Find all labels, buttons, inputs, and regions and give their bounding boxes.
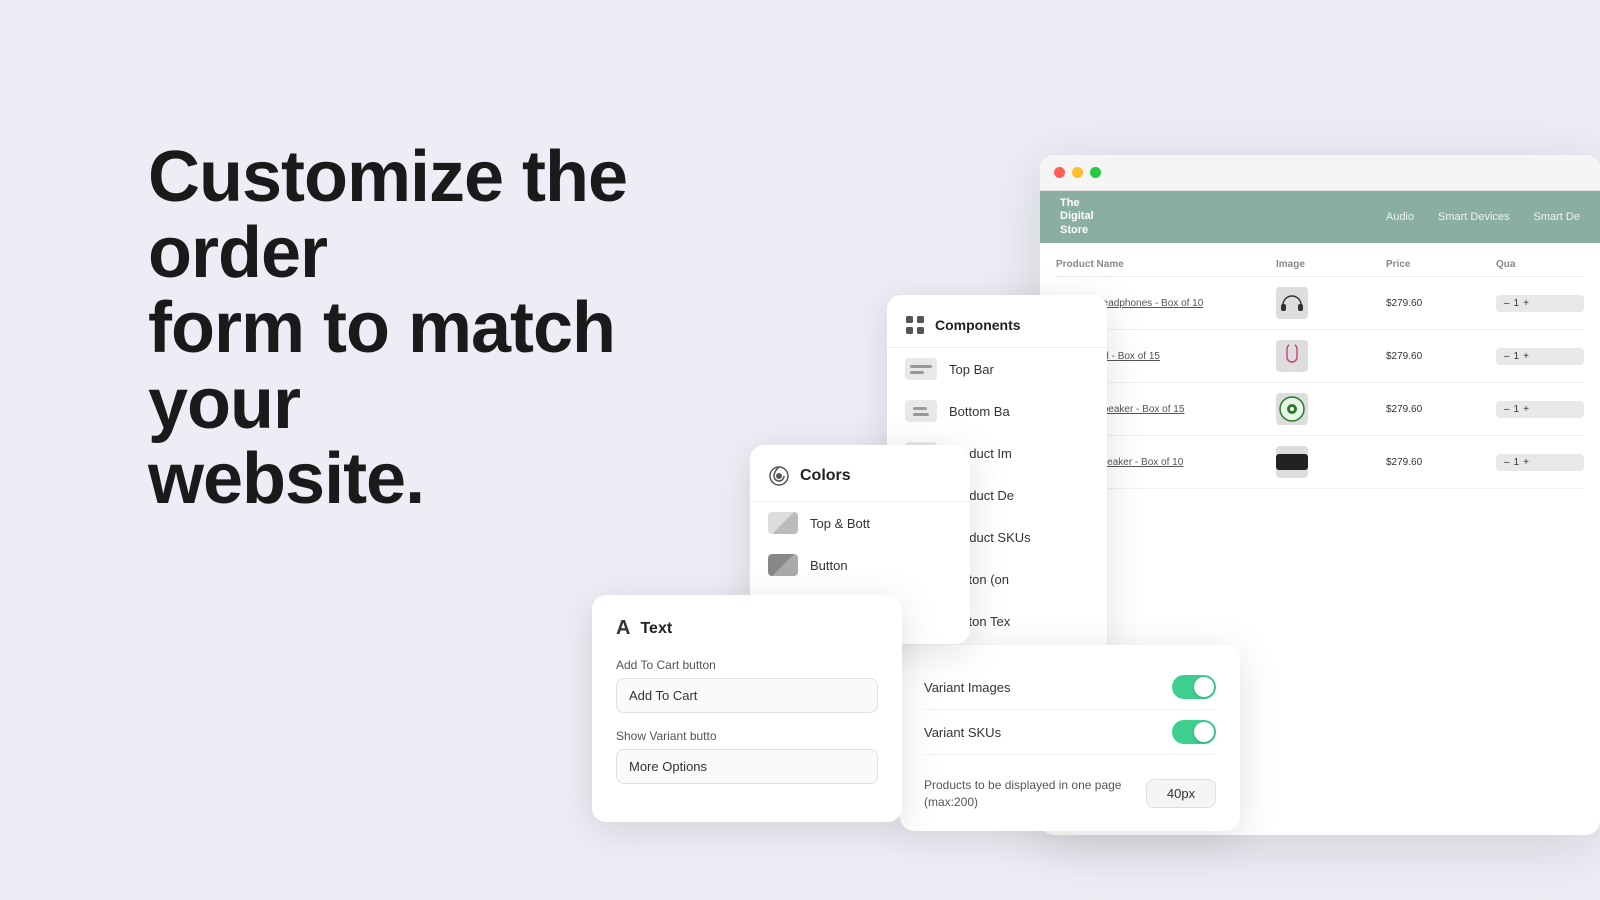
colors-icon — [768, 465, 790, 487]
nav-smart-devices: Smart Devices — [1438, 211, 1510, 223]
order-table: Product Name Image Price Qua Wireless he… — [1040, 243, 1600, 499]
window-dot-green — [1090, 167, 1101, 178]
variant-skus-toggle[interactable] — [1172, 720, 1216, 744]
product-image-outdoor-speaker — [1276, 446, 1308, 478]
qty-stepper-4[interactable]: –1+ — [1496, 454, 1584, 471]
text-panel-title: A Text — [616, 617, 878, 640]
component-topbar[interactable]: Top Bar — [887, 348, 1107, 390]
window-dot-red — [1054, 167, 1065, 178]
add-to-cart-label: Add To Cart button — [616, 658, 878, 672]
variant-skus-row: Variant SKUs — [924, 710, 1216, 755]
components-icon — [905, 315, 925, 335]
products-per-page-input[interactable] — [1146, 779, 1216, 808]
text-title-icon: A — [616, 617, 630, 640]
table-row: Wireless headphones - Box of 10 $279.60 … — [1056, 277, 1584, 330]
products-per-page-section: Products to be displayed in one page (ma… — [924, 755, 1216, 811]
bottombar-icon — [905, 400, 937, 422]
text-panel: A Text Add To Cart button Show Variant b… — [592, 595, 902, 822]
settings-panel: Variant Images Variant SKUs Products to … — [900, 645, 1240, 831]
color-button[interactable]: Button — [750, 544, 970, 586]
variant-images-toggle[interactable] — [1172, 675, 1216, 699]
colors-panel-title: Colors — [750, 461, 970, 502]
qty-stepper-3[interactable]: –1+ — [1496, 401, 1584, 418]
top-bottom-swatch — [768, 512, 798, 534]
window-dot-yellow — [1072, 167, 1083, 178]
hero-section: Customize the order form to match your w… — [148, 140, 728, 518]
table-row: Outdoor Speaker - Box of 10 $279.60 –1+ — [1056, 436, 1584, 489]
show-variant-input[interactable] — [616, 749, 878, 784]
button-swatch — [768, 554, 798, 576]
table-header: Product Name Image Price Qua — [1056, 253, 1584, 277]
nav-audio: Audio — [1386, 211, 1414, 223]
product-image-headphones — [1276, 287, 1308, 319]
topbar-icon — [905, 358, 937, 380]
variant-skus-label: Variant SKUs — [924, 725, 1001, 740]
components-panel-title: Components — [887, 311, 1107, 348]
qty-stepper-2[interactable]: –1+ — [1496, 348, 1584, 365]
store-nav: Audio Smart Devices Smart De — [1386, 211, 1580, 223]
color-top-bottom[interactable]: Top & Bott — [750, 502, 970, 544]
qty-stepper-1[interactable]: –1+ — [1496, 295, 1584, 312]
variant-images-row: Variant Images — [924, 665, 1216, 710]
show-variant-label: Show Variant butto — [616, 729, 878, 743]
store-header: TheDigitalStore Audio Smart Devices Smar… — [1040, 191, 1600, 243]
product-image-speaker — [1276, 393, 1308, 425]
component-bottombar[interactable]: Bottom Ba — [887, 390, 1107, 432]
add-to-cart-input[interactable] — [616, 678, 878, 713]
store-logo: TheDigitalStore — [1060, 197, 1094, 237]
nav-smart-de: Smart De — [1534, 211, 1580, 223]
products-per-page-row: Products to be displayed in one page (ma… — [924, 767, 1216, 811]
products-per-page-label: Products to be displayed in one page (ma… — [924, 777, 1146, 811]
variant-images-label: Variant Images — [924, 680, 1010, 695]
hero-title: Customize the order form to match your w… — [148, 140, 728, 518]
browser-titlebar — [1040, 155, 1600, 191]
table-row: Smart Band - Box of 15 $279.60 –1+ — [1056, 330, 1584, 383]
table-row: Portable Speaker - Box of 15 $279.60 –1+ — [1056, 383, 1584, 436]
product-image-smartband — [1276, 340, 1308, 372]
